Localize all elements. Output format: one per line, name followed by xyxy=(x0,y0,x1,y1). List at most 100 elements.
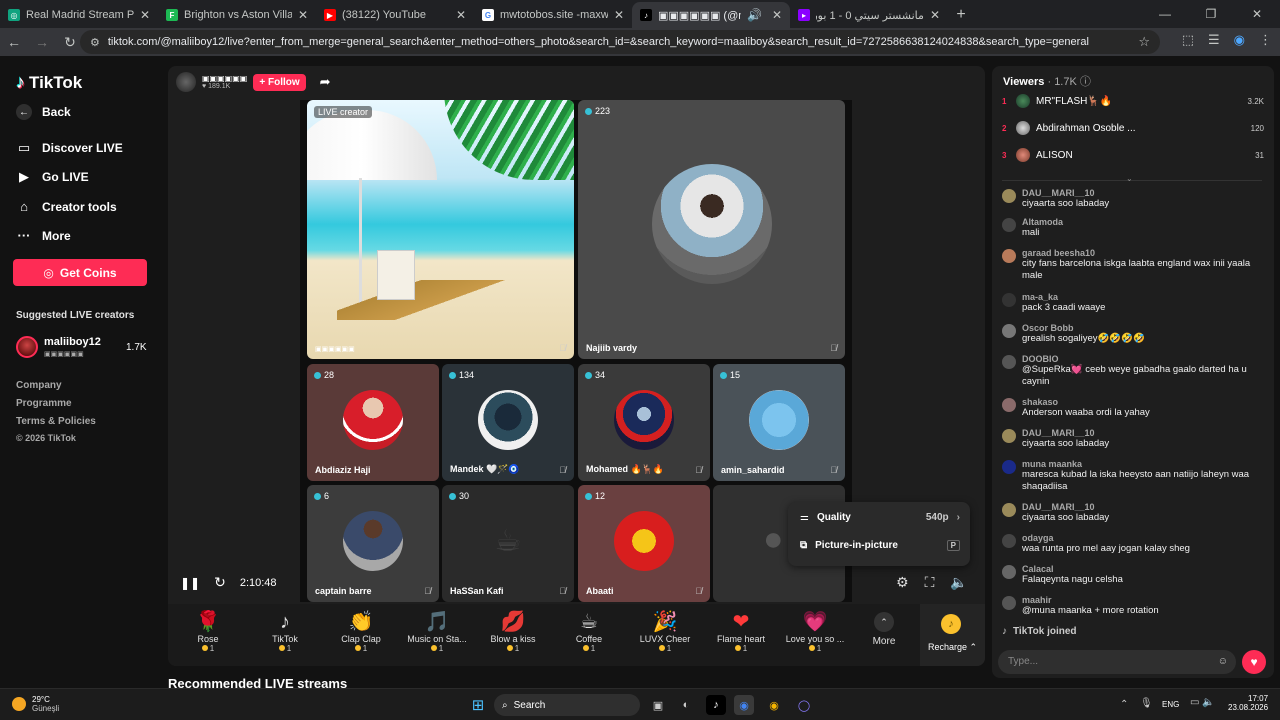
top-viewer-3[interactable]: 3 ALISON 31 xyxy=(1002,146,1264,164)
settings-gear-icon[interactable]: ⚙ xyxy=(896,574,909,591)
chat-user[interactable]: garaad beesha10 xyxy=(1022,248,1264,258)
sidebar-item-discover-live[interactable]: ▭ Discover LIVE xyxy=(16,140,123,156)
close-icon[interactable]: ✕ xyxy=(930,8,940,22)
gift-luvx-cheer[interactable]: 🎉 LUVX Cheer 1 xyxy=(630,610,700,653)
share-icon[interactable]: ➦ xyxy=(320,74,331,90)
close-icon[interactable]: ✕ xyxy=(140,8,150,22)
gift-clap-clap[interactable]: 👏 Clap Clap 1 xyxy=(326,610,396,653)
chat-user[interactable]: maahir xyxy=(1022,595,1159,605)
volume-icon[interactable]: 🔈 xyxy=(950,574,967,591)
emoji-icon[interactable]: ☺ xyxy=(1218,650,1228,674)
forward-arrow-icon[interactable]: → xyxy=(28,34,56,50)
pause-icon[interactable]: ❚❚ xyxy=(180,576,200,590)
tab-4[interactable]: Gmwtotobos.site -maxwin - Pene ✕ xyxy=(474,2,632,28)
tab-6[interactable]: ▸ مانشستر سيتي 0 - 1 بورنموث | 5 ✕ xyxy=(790,2,948,28)
chat-user[interactable]: DAU__MARI__10 xyxy=(1022,188,1109,198)
info-icon[interactable]: ⓘ xyxy=(1080,76,1091,88)
tiktok-logo[interactable]: ♪ TikTok xyxy=(16,72,82,93)
fullscreen-icon[interactable]: ⛶ xyxy=(925,574,935,591)
chat-user[interactable]: Oscor Bobb xyxy=(1022,323,1145,333)
new-tab-button[interactable]: + xyxy=(948,2,974,28)
tab-1[interactable]: ◎ Real Madrid Stream Plan ✕ xyxy=(0,2,158,28)
chat-user[interactable]: odayga xyxy=(1022,533,1190,543)
chat-user[interactable]: ma-a_ka xyxy=(1022,292,1105,302)
close-icon[interactable]: ✕ xyxy=(614,8,624,22)
suggested-creator-item[interactable]: maliiboy12 ▣▣▣▣▣▣ 1.7K xyxy=(16,334,147,362)
video-tile-mandek[interactable]: 134 Mandek 🤍🪄🧿 🎙̸ xyxy=(442,364,574,481)
chat-user[interactable]: DOOBIO xyxy=(1022,354,1264,364)
video-tile-mohamed[interactable]: 34 Mohamed 🔥🦌🔥 🎙̸ xyxy=(578,364,710,481)
gift-tiktok[interactable]: ♪ TikTok 1 xyxy=(250,610,320,653)
reading-list-icon[interactable]: ☰ xyxy=(1208,32,1220,48)
chat-user[interactable]: Altamoda xyxy=(1022,217,1063,227)
pip-menu-item[interactable]: ⧉ Picture-in-picture P xyxy=(800,540,960,551)
minimize-icon[interactable]: — xyxy=(1142,0,1188,28)
gift-blow-a-kiss[interactable]: 💋 Blow a kiss 1 xyxy=(478,610,548,653)
top-viewer-1[interactable]: 1 MR"FLASH🦌🔥 3.2K xyxy=(1002,92,1264,110)
tiktok-app-icon[interactable]: ♪ xyxy=(706,695,726,715)
address-bar[interactable]: ⚙ tiktok.com/@maliiboy12/live?enter_from… xyxy=(80,30,1160,54)
video-tile-abdiaziz[interactable]: 28 Abdiaziz Haji xyxy=(307,364,439,481)
top-viewer-2[interactable]: 2 Abdirahman Osoble ... 120 xyxy=(1002,119,1264,137)
clock[interactable]: 17:07 23.08.2026 xyxy=(1228,694,1268,712)
sidebar-item-more[interactable]: ··· More xyxy=(16,228,71,243)
video-tile-amin[interactable]: 15 amin_sahardid 🎙̸ xyxy=(713,364,845,481)
close-window-icon[interactable]: ✕ xyxy=(1234,0,1280,28)
gift-music-on-stage[interactable]: 🎵 Music on Sta... 1 xyxy=(402,610,472,653)
close-icon[interactable]: ✕ xyxy=(456,8,466,22)
bookmark-star-icon[interactable]: ☆ xyxy=(1138,34,1150,50)
assistant-icon[interactable]: ◯ xyxy=(794,695,814,715)
video-tile-najiib[interactable]: 223 Najiib vardy 🎙̸ xyxy=(578,100,845,359)
get-coins-button[interactable]: ◎ Get Coins xyxy=(13,259,147,286)
close-icon[interactable]: ✕ xyxy=(298,8,308,22)
tab-3[interactable]: ▶ (38122) YouTube ✕ xyxy=(316,2,474,28)
site-info-icon[interactable]: ⚙ xyxy=(90,36,100,49)
sidebar-item-go-live[interactable]: ▶ Go LIVE xyxy=(16,169,89,185)
taskbar-search[interactable]: ⌕ Search xyxy=(494,694,640,716)
video-tile-hassan[interactable]: ☕ 30 HaSSan Kafi 🎙̸ xyxy=(442,485,574,602)
menu-kebab-icon[interactable]: ⋮ xyxy=(1259,32,1272,48)
windows-start-icon[interactable]: ⊞ xyxy=(468,695,488,715)
chat-user[interactable]: Calacal xyxy=(1022,564,1123,574)
host-avatar[interactable] xyxy=(176,72,196,92)
profile-icon[interactable]: ◉ xyxy=(1234,32,1245,48)
refresh-icon[interactable]: ↻ xyxy=(214,574,226,591)
chat-input[interactable]: Type... ☺ xyxy=(998,650,1236,674)
github-icon[interactable]: ◐ xyxy=(676,695,696,715)
language-indicator[interactable]: ENG xyxy=(1162,700,1179,709)
follow-button[interactable]: + Follow xyxy=(253,73,306,91)
back-arrow-icon[interactable]: ← xyxy=(0,34,28,50)
chat-user[interactable]: shakaso xyxy=(1022,397,1150,407)
video-tile-captain-barre[interactable]: 6 captain barre 🎙̸ xyxy=(307,485,439,602)
footer-programme[interactable]: Programme xyxy=(16,398,72,409)
gift-coffee[interactable]: ☕ Coffee 1 xyxy=(554,610,624,653)
maximize-icon[interactable]: ❐ xyxy=(1188,0,1234,28)
gift-love-you-so[interactable]: 💗 Love you so ... 1 xyxy=(780,610,850,653)
speaker-icon[interactable]: 🔊 xyxy=(747,8,762,22)
gifts-more-button[interactable]: ⌃ More xyxy=(852,610,916,647)
mic-icon[interactable]: 🎙 xyxy=(1140,698,1153,709)
video-tile-abaati[interactable]: 12 Abaati 🎙̸ xyxy=(578,485,710,602)
chrome-icon[interactable]: ◉ xyxy=(764,695,784,715)
tab-5-active[interactable]: ♪ ▣▣▣▣▣▣ (@maliiboy1 🔊 ✕ xyxy=(632,2,790,28)
gift-rose[interactable]: 🌹 Rose 1 xyxy=(173,610,243,653)
chevron-down-icon[interactable]: ⌄ xyxy=(1126,174,1133,183)
tab-2[interactable]: F Brighton vs Aston Villa - live sc ✕ xyxy=(158,2,316,28)
weather-widget[interactable]: 29°C Güneşli xyxy=(12,695,59,713)
quality-menu-item[interactable]: ⚌ Quality 540p › xyxy=(800,512,960,523)
chat-user[interactable]: DAU__MARI__10 xyxy=(1022,428,1109,438)
chat-user[interactable]: DAU__MARI__10 xyxy=(1022,502,1109,512)
network-icon[interactable]: ▭ 🔈 xyxy=(1190,697,1215,708)
task-view-icon[interactable]: ▣ xyxy=(648,695,668,715)
like-heart-button[interactable]: ♥ xyxy=(1242,650,1266,674)
chrome-icon-active[interactable]: ◉ xyxy=(734,695,754,715)
host-name[interactable]: ▣▣▣▣▣▣ xyxy=(202,74,247,83)
chat-user[interactable]: muna maanka xyxy=(1022,459,1264,469)
recharge-button[interactable]: Recharge ⌃ xyxy=(920,642,985,653)
extensions-icon[interactable]: ⬚ xyxy=(1182,32,1194,48)
tray-chevron-icon[interactable]: ⌃ xyxy=(1120,699,1128,710)
video-tile-host[interactable]: LIVE creator ▣▣▣▣▣▣ 🎙̸ xyxy=(307,100,574,359)
close-icon[interactable]: ✕ xyxy=(772,8,782,22)
sidebar-item-creator-tools[interactable]: ⌂ Creator tools xyxy=(16,199,117,214)
footer-company[interactable]: Company xyxy=(16,380,62,391)
